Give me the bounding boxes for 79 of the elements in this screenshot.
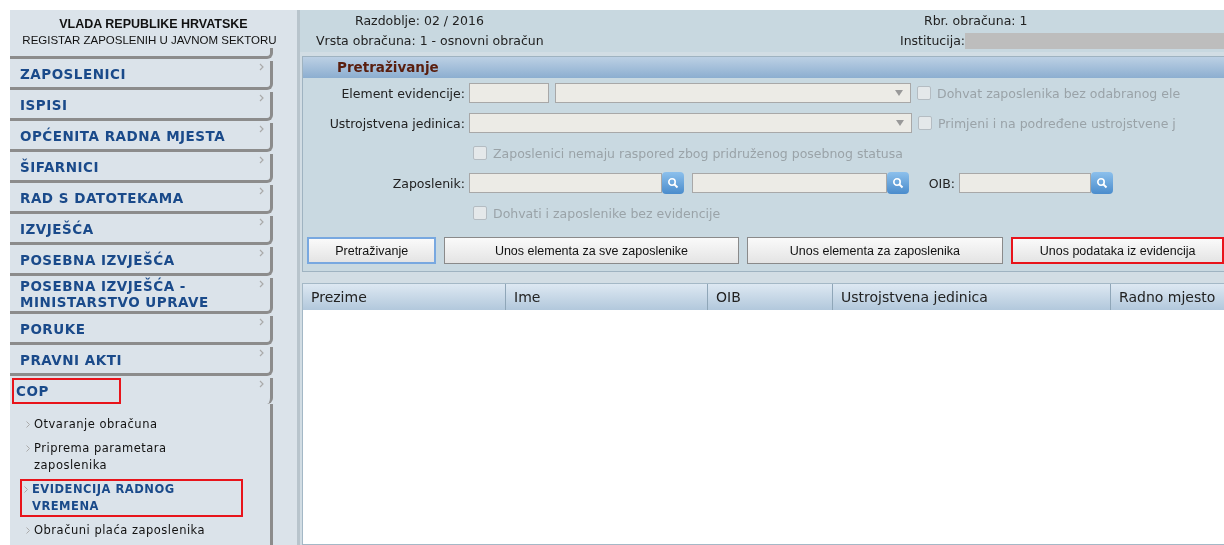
panel-title: Pretraživanje <box>303 57 1224 78</box>
period-text: Razdoblje: 02 / 2016 <box>354 12 485 30</box>
column-header[interactable]: OIB <box>708 284 833 310</box>
dropdown-arrow-icon <box>896 120 904 126</box>
chevron-icon <box>259 349 264 357</box>
institution-label: Institucija: <box>900 32 965 50</box>
column-header[interactable]: Prezime <box>303 284 506 310</box>
search-icon <box>892 177 904 189</box>
chevron-icon <box>24 486 28 493</box>
field-label: Ustrojstvena jedinica: <box>328 115 466 131</box>
chevron-icon <box>259 217 264 226</box>
chevron-icon <box>259 380 264 388</box>
column-header[interactable]: Ustrojstvena jedinica <box>833 284 1111 310</box>
calculation-type-text: Vrsta obračuna: 1 - osnovni obračun <box>316 32 545 50</box>
chevron-icon <box>259 155 264 164</box>
search-button[interactable] <box>662 172 684 194</box>
field-label: OIB: <box>927 175 956 191</box>
chevron-icon <box>259 124 264 133</box>
chevron-icon <box>259 318 264 326</box>
menu-label: IZVJEŠĆA <box>19 219 95 239</box>
submenu-label: Priprema parametara zaposlenika <box>34 440 168 474</box>
menu-label: ZAPOSLENICI <box>19 64 127 84</box>
sidebar-menu-item[interactable]: POSEBNA IZVJEŠĆA <box>10 246 273 276</box>
code-field[interactable] <box>469 83 549 103</box>
menu-label: PRAVNI AKTI <box>19 351 123 370</box>
menu-label: OPĆENITA RADNA MJESTA <box>19 126 227 146</box>
chevron-icon <box>259 93 264 102</box>
menu-label: COP <box>12 378 121 404</box>
surname-field[interactable] <box>469 173 662 193</box>
oib-field[interactable] <box>959 173 1091 193</box>
submenu-item[interactable]: Obračuni plaća zaposlenika <box>22 520 230 541</box>
menu-label: RAD S DATOTEKAMA <box>19 188 185 208</box>
chevron-icon <box>26 445 30 452</box>
search-button[interactable] <box>1091 172 1113 194</box>
calculation-number-text: Rbr. obračuna: 1 <box>923 12 1029 30</box>
chevron-icon <box>259 186 264 195</box>
unit-dropdown[interactable] <box>469 113 912 133</box>
sidebar-menu-item[interactable]: ISPISI <box>10 91 273 121</box>
field-label: Element evidencije: <box>340 85 466 101</box>
name-field[interactable] <box>692 173 887 193</box>
menu-label: ISPISI <box>19 95 69 115</box>
sidebar-menu-item[interactable]: RAD S DATOTEKAMA <box>10 184 273 214</box>
action-button[interactable]: Pretraživanje <box>307 237 437 264</box>
submenu-item[interactable]: Otvaranje obračuna <box>22 414 230 435</box>
sidebar-menu-item[interactable]: ZAPOSLENICI <box>10 60 273 90</box>
column-header[interactable]: Ime <box>506 284 708 310</box>
chevron-icon <box>259 279 264 288</box>
column-header[interactable]: Radno mjesto <box>1111 284 1224 310</box>
chevron-icon <box>259 248 264 257</box>
sidebar-menu-item[interactable]: PRAVNI AKTI <box>10 347 273 376</box>
menu-label: POSEBNA IZVJEŠĆA - MINISTARSTVO UPRAVE <box>19 276 210 313</box>
submenu-label: Otvaranje obračuna <box>34 416 158 433</box>
search-icon <box>667 177 679 189</box>
registry-title: REGISTAR ZAPOSLENIH U JAVNOM SEKTORU <box>22 33 277 48</box>
action-button[interactable]: Unos elementa za sve zaposlenike <box>444 237 739 264</box>
sidebar-menu-item[interactable]: ŠIFARNICI <box>10 153 273 183</box>
chevron-icon <box>259 62 264 71</box>
element-dropdown[interactable] <box>555 83 911 103</box>
sidebar-menu-item[interactable]: IZVJEŠĆA <box>10 215 273 245</box>
submenu-item[interactable]: EVIDENCIJA RADNOG VREMENA <box>20 479 243 517</box>
search-button[interactable] <box>887 172 909 194</box>
sidebar-menu-item[interactable]: COP <box>10 378 273 404</box>
menu-label: ŠIFARNICI <box>19 157 100 177</box>
submenu-item[interactable]: Priprema parametara zaposlenika <box>22 438 230 476</box>
chevron-icon <box>26 527 30 534</box>
sidebar-menu-item[interactable]: PORUKE <box>10 316 273 345</box>
government-title: VLADA REPUBLIKE HRVATSKE <box>59 16 248 32</box>
sidebar-menu-item[interactable]: POSEBNA IZVJEŠĆA - MINISTARSTVO UPRAVE <box>10 277 273 314</box>
sidebar-menu-item[interactable]: OPĆENITA RADNA MJESTA <box>10 122 273 152</box>
submenu-label: EVIDENCIJA RADNOG VREMENA <box>32 481 176 515</box>
chevron-icon <box>26 421 30 428</box>
field-label: Zaposlenik: <box>391 175 466 191</box>
search-icon <box>1096 177 1108 189</box>
dropdown-arrow-icon <box>895 90 903 96</box>
submenu-label: Obračuni plaća zaposlenika <box>34 522 206 539</box>
action-button[interactable]: Unos elementa za zaposlenika <box>746 237 1004 264</box>
action-button[interactable]: Unos podataka iz evidencija <box>1011 237 1224 264</box>
menu-label: POSEBNA IZVJEŠĆA <box>19 250 176 270</box>
menu-label: PORUKE <box>19 320 87 339</box>
